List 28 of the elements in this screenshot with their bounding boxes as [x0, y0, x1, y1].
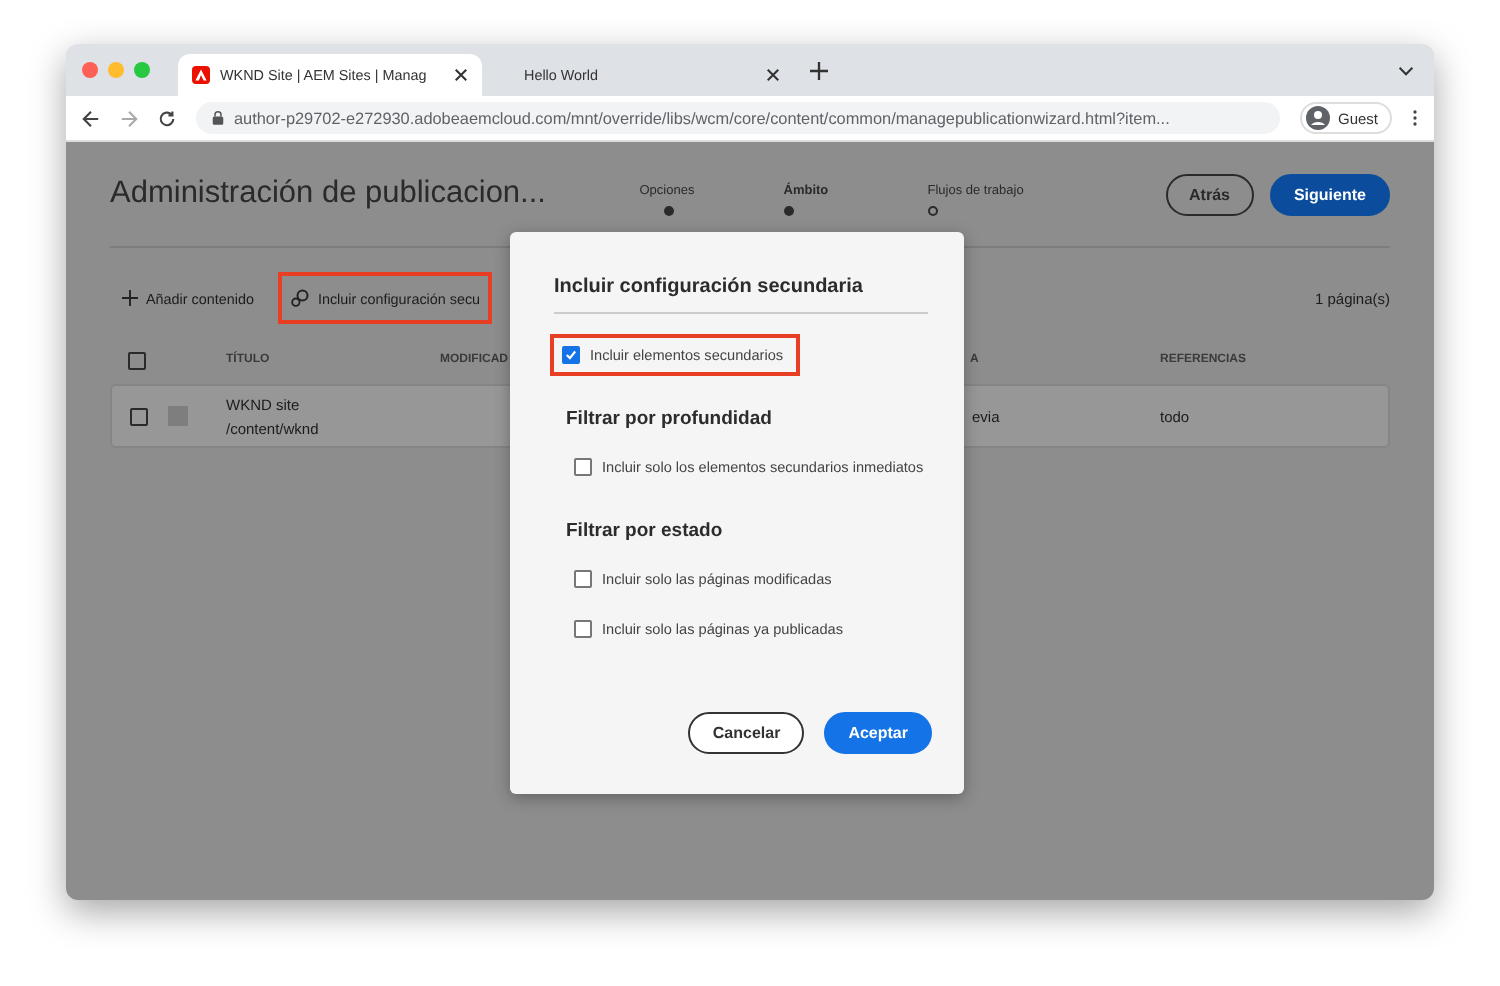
row-checkbox[interactable] [130, 407, 148, 425]
person-icon [1305, 106, 1330, 130]
reload-icon[interactable] [158, 109, 176, 127]
section-heading: Filtrar por profundidad [566, 408, 772, 430]
new-tab-icon[interactable] [810, 61, 828, 79]
back-icon[interactable] [82, 109, 100, 127]
checkbox[interactable] [574, 458, 592, 476]
plus-icon [122, 290, 138, 306]
menu-icon[interactable] [1412, 108, 1418, 128]
close-icon[interactable] [766, 68, 780, 82]
section-heading: Filtrar por estado [566, 520, 723, 542]
dialog-title: Incluir configuración secundaria [554, 276, 928, 314]
back-button[interactable]: Atrás [1165, 173, 1254, 215]
close-icon[interactable] [454, 68, 468, 82]
adobe-logo-icon [192, 66, 210, 84]
page-title: Administración de publicacion... [110, 176, 546, 212]
thumbnail-placeholder [168, 406, 188, 426]
chevron-down-icon[interactable] [1398, 66, 1414, 76]
gears-icon [289, 288, 310, 308]
checkbox[interactable] [562, 346, 580, 364]
address-bar[interactable]: author-p29702-e272930.adobeaemcloud.com/mnt/override/libs/wcm/core/content/common/managepublicationwizard.html?item... [196, 102, 1280, 134]
next-button[interactable]: Siguiente [1269, 173, 1390, 215]
cancel-button[interactable]: Cancelar [688, 712, 805, 754]
checkbox[interactable] [574, 570, 592, 588]
checkbox[interactable] [574, 620, 592, 638]
select-all-checkbox[interactable] [128, 351, 146, 369]
lock-icon [212, 110, 224, 126]
accept-button[interactable]: Aceptar [824, 712, 932, 754]
